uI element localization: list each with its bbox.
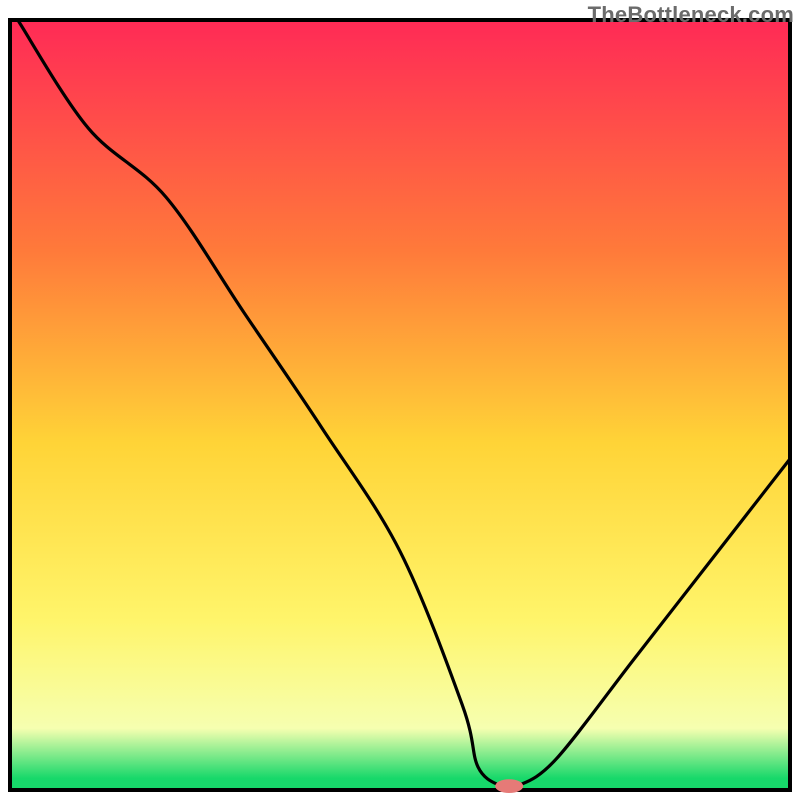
- plot-area: [10, 20, 790, 790]
- bottleneck-marker: [495, 779, 523, 793]
- chart-svg: [0, 0, 800, 800]
- watermark-text: TheBottleneck.com: [588, 2, 794, 28]
- bottleneck-chart: TheBottleneck.com: [0, 0, 800, 800]
